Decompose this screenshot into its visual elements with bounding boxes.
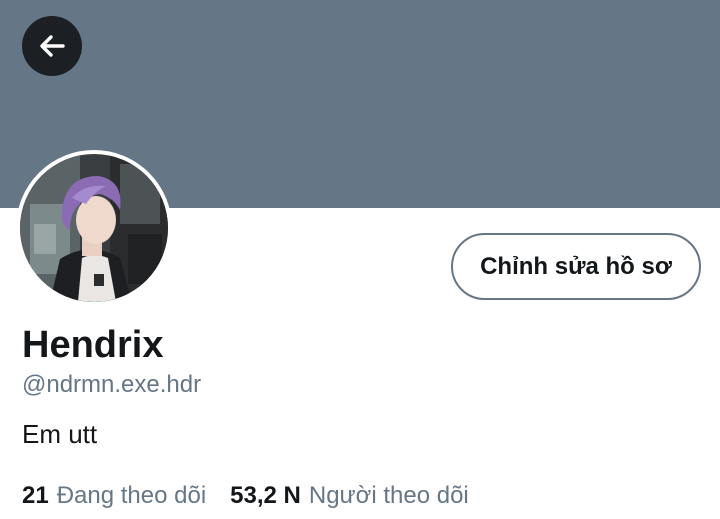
edit-profile-button[interactable]: Chỉnh sửa hồ sơ	[451, 233, 701, 300]
followers-link[interactable]: 53,2 N Người theo dõi	[230, 480, 469, 512]
bio: Em utt	[22, 419, 98, 449]
display-name: Hendrix	[22, 324, 164, 366]
followers-count: 53,2 N	[230, 482, 301, 509]
followers-label: Người theo dõi	[308, 482, 469, 509]
arrow-left-icon	[36, 30, 68, 62]
follow-stats: 21 Đang theo dõi 53,2 N Người theo dõi	[22, 480, 469, 512]
avatar[interactable]	[16, 150, 172, 306]
back-button[interactable]	[22, 16, 82, 76]
following-label: Đang theo dõi	[56, 482, 207, 509]
user-handle: @ndrmn.exe.hdr	[22, 371, 202, 398]
following-link[interactable]: 21 Đang theo dõi	[22, 480, 206, 512]
following-count: 21	[22, 482, 49, 509]
profile-page: Chỉnh sửa hồ sơ Hendrix @ndrmn.exe.hdr E…	[0, 0, 720, 519]
